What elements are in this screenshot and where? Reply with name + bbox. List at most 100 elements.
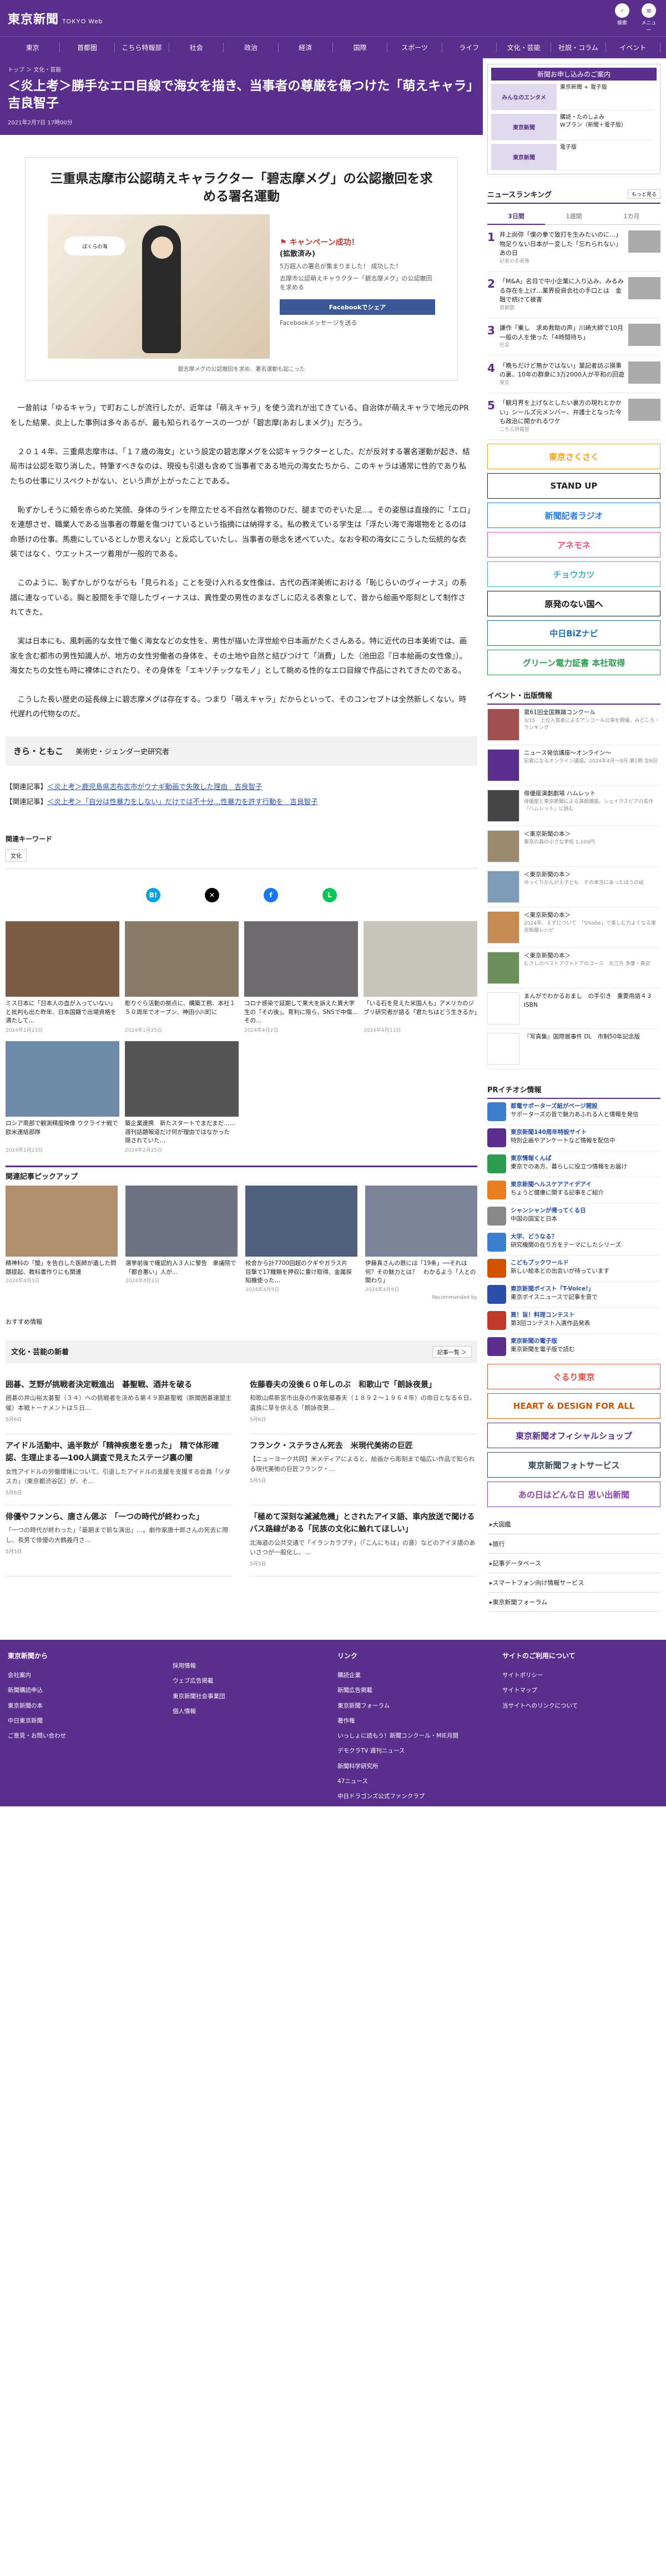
header-icon-0[interactable]: ⌕ 検索 — [613, 3, 632, 33]
footer-external-link[interactable]: 中日ドラゴンズ公式ファンクラブ — [337, 1789, 493, 1804]
sidebar-banner[interactable]: チョウカツ — [487, 561, 660, 587]
nav-item[interactable]: 政治 — [224, 43, 279, 52]
sidebar-link[interactable]: 大図鑑 — [487, 1515, 660, 1534]
culture-more-button[interactable]: 記事一覧 ＞ — [432, 1346, 472, 1358]
subscription-ad[interactable]: 新聞お申し込みのご案内 みんなのエンタメ 東京新聞 + 電子版 東京新聞 購読・たのし… — [487, 64, 660, 174]
footer-external-link[interactable]: デモクラTV 週刊ニュース — [337, 1744, 493, 1759]
culture-news-item[interactable]: フランク・ステラさん死去 米現代美術の巨匠 【ニューヨーク共同】米メディアによると… — [250, 1434, 477, 1505]
sidebar-banner[interactable]: 原発のない国へ — [487, 591, 660, 616]
footer-link[interactable]: 東京新聞社会事業団 — [173, 1689, 329, 1704]
sidebar-link[interactable]: 記事データベース — [487, 1554, 660, 1573]
nav-item[interactable]: 文化・芸能 — [497, 43, 552, 52]
ranking-tab[interactable]: 1週間 — [545, 208, 603, 225]
footer-link[interactable]: 新聞購読申込 — [8, 1683, 164, 1698]
event-item[interactable]: 第61回全国舞踊コンクール 3/15 上位入賞者によるアンコール公演を開催。みどこ… — [487, 705, 660, 745]
pr-item[interactable]: 東京新聞140周年特設サイト 特別企画やアンケートなど情報を配信中 — [487, 1125, 660, 1151]
pr-item[interactable]: 都電サポーターズ紙がページ開設 サポーターズの皆で魅力あふれる人と情報を発信 — [487, 1099, 660, 1125]
footer-link[interactable]: ウェブ広告掲載 — [173, 1674, 329, 1689]
event-item[interactable]: 俳優座演劇劇場 ハムレット 俳優座と東京新聞による演劇講座。シェイクスピアの名作『… — [487, 786, 660, 826]
footer-link[interactable]: 著作権 — [337, 1714, 493, 1729]
footer-logo[interactable]: 東京新聞 — [475, 1815, 512, 1828]
ranking-item[interactable]: 1 井上尚弥「僕の拳で致打を生みたいのに…」 物足りない日本が一変した「忘れられな… — [487, 225, 660, 272]
pr-item[interactable]: こどもブックワールド 新しい絵本との出会いが待っています — [487, 1256, 660, 1282]
sidebar-link[interactable]: 東京新聞フォーラム — [487, 1593, 660, 1612]
footer-link[interactable]: 当サイトへのリンクについて — [502, 1699, 658, 1714]
footer-link[interactable]: 会社案内 — [8, 1668, 164, 1683]
pr-item[interactable]: 大学、どうなる？ 研究機関の在り方をテーマにしたシリーズ — [487, 1229, 660, 1256]
line-share-button[interactable]: L — [322, 887, 337, 902]
sidebar-banner[interactable]: HEART & DESIGN FOR ALL — [487, 1393, 660, 1419]
culture-news-item[interactable]: 俳優やファンら、唐さん偲ぶ 「一つの時代が終わった」 「一つの時代が終わった」「最… — [6, 1505, 233, 1576]
footer-link[interactable]: ご意見・お問い合わせ — [8, 1729, 164, 1744]
sidebar-link[interactable]: 旅行 — [487, 1534, 660, 1554]
nav-item[interactable]: 首都圏 — [60, 43, 115, 52]
related-link[interactable]: ＜炎上考＞「自分は性暴力をしない」だけでは不十分…性暴力を許す行動を 吉良智子 — [47, 797, 318, 806]
site-logo[interactable]: 東京新聞 TOKYO Web — [8, 9, 103, 27]
sidebar-banner[interactable]: あの日はどんな日 思い出新聞 — [487, 1482, 660, 1507]
event-item[interactable]: ＜東京新聞の本＞ ゆっくりかんがえ子ども その本当にあったほうの話 — [487, 867, 660, 907]
event-item[interactable]: ＜東京新聞の本＞ 東京の森の小さな学校 1,100円 — [487, 826, 660, 867]
sidebar-banner[interactable]: 中日BiZナビ — [487, 620, 660, 646]
facebook-message-link[interactable]: Facebookメッセージを送る — [280, 318, 435, 327]
nav-item[interactable]: 社説・コラム — [551, 43, 606, 52]
culture-news-item[interactable]: 佐藤春夫の没後６０年しのぶ 和歌山で「朗詠夜景」 和歌山県新宮市出身の作家佐藤春夫… — [250, 1373, 477, 1435]
breadcrumb[interactable]: トップ ＞ 文化・芸能 — [8, 65, 475, 73]
ranking-tab[interactable]: 3日間 — [487, 208, 545, 225]
article-card[interactable]: コロナ感染で延期して果大を訴えた異大学生の「その後」。育利に限ら、SNSで中傷…… — [244, 921, 358, 1033]
ranking-tab[interactable]: 1カ月 — [603, 208, 660, 225]
footer-link[interactable]: 中日東京新聞 — [8, 1714, 164, 1729]
pickup-card[interactable]: 伊藤真さんの懸には「19条」──それは何？その魅力とは？ わかるよう「人との関わ… — [365, 1185, 477, 1293]
keyword-tag[interactable]: 文化 — [6, 848, 27, 862]
related-link[interactable]: ＜炎上考＞鹿児島県志布志市がウナギ動画で失敗した理由 吉良智子 — [47, 782, 263, 791]
article-card[interactable]: 築企業連携 新たスタートでまだまだ……週刊話題報道だけ何が理由ではなかった 隠さ… — [125, 1041, 239, 1153]
footer-link[interactable]: 東京新聞フォーラム — [337, 1699, 493, 1714]
footer-link[interactable]: 個人情報 — [173, 1704, 329, 1719]
footer-link[interactable]: サイトポリシー — [502, 1668, 658, 1683]
article-card[interactable]: 彫りぐら活動の拠点に、構築工務、本社１５０周年でオープン、神田小川町に 2024年… — [125, 921, 239, 1033]
pr-item[interactable]: シャンシャンが帰ってくる日 中国の国宝と日本 — [487, 1203, 660, 1229]
footer-link[interactable]: サイトマップ — [502, 1683, 658, 1698]
event-item[interactable]: ニュース発信講座～オンライン～ 記者になるオンライン講座。2024年4月～9月 第… — [487, 745, 660, 786]
nav-item[interactable]: 国際 — [333, 43, 388, 52]
facebook-share-campaign-button[interactable]: Facebookでシェア — [280, 299, 435, 315]
article-card[interactable]: ロシア南部で観測精度映像 ウクライナ戦で欧米連結部隊 2024年1月23日 — [6, 1041, 119, 1153]
nav-item[interactable]: ライフ — [442, 43, 497, 52]
hatena-share-button[interactable]: B! — [146, 887, 160, 902]
pickup-card[interactable]: 精神科の「闇」を告白した医師が遺した問題提起、教科書作りにも関連 2024年4月3… — [6, 1185, 118, 1293]
sidebar-link[interactable]: スマートフォン向け情報サービス — [487, 1573, 660, 1593]
facebook-share-button[interactable]: f — [264, 887, 278, 902]
footer-link[interactable]: 新聞広告掲載 — [337, 1683, 493, 1698]
pickup-card[interactable]: 校舎から計7700回超のクギやガラス片 目撃で17種類を押収に重け取得、金属探知… — [245, 1185, 357, 1293]
subscription-ad-row[interactable]: みんなのエンタメ 東京新聞 + 電子版 — [491, 84, 657, 111]
x-share-button[interactable]: ✕ — [205, 887, 219, 902]
footer-link[interactable]: 採用情報 — [173, 1659, 329, 1674]
pickup-card[interactable]: 選挙前後で確認約入３人に警告 衆議院で「都合悪い」人が… 2024年4月2日 — [125, 1185, 238, 1293]
nav-item[interactable]: スポーツ — [387, 43, 442, 52]
event-item[interactable]: ＜東京新聞の本＞ 2024年、えずについて 「Shiabe」で楽しむ力よくなる東京… — [487, 907, 660, 948]
footer-link[interactable]: 東京新聞の本 — [8, 1699, 164, 1714]
nav-item[interactable]: こちら特報部 — [115, 43, 169, 52]
nav-item[interactable]: イベント — [606, 43, 660, 52]
nav-item[interactable]: 東京 — [6, 43, 60, 52]
pr-item[interactable]: 東京新聞の電子版 東京新聞を電子版で読む — [487, 1334, 660, 1360]
nav-item[interactable]: 経済 — [279, 43, 333, 52]
sidebar-banner[interactable]: 新聞記者ラジオ — [487, 503, 660, 528]
sidebar-banner[interactable]: STAND UP — [487, 473, 660, 499]
sidebar-banner[interactable]: 東京さくさく — [487, 444, 660, 469]
event-item[interactable]: まんがでわかるおまし の手引き 重要用語４３ ISBN — [487, 988, 660, 1029]
pr-item[interactable]: 東京新聞ボイスト「T-Voice!」 東京ボイスニュースで記事を音で — [487, 1282, 660, 1308]
ranking-item[interactable]: 3 謙作「乗し 求め救助の声」川崎大師で10月一般の人を使った「4時間待ち」 社会 — [487, 318, 660, 356]
subscription-ad-row[interactable]: 東京新聞 購読・たのしよみ Wプラン（新聞＋電子版） — [491, 114, 657, 140]
ranking-item[interactable]: 2 「M&A」名目で中小企業に入り込み、みるみる存在を上げ…業界投資会社の手口とは… — [487, 272, 660, 318]
header-icon-1[interactable]: ≡ メニュー — [639, 3, 658, 33]
ranking-item[interactable]: 4 「晩ちだけど無かではない」葉記者訪ぶ損事の裏、10年の群衆に3万2000人が平… — [487, 356, 660, 393]
sidebar-banner[interactable]: アネモネ — [487, 532, 660, 558]
sidebar-banner[interactable]: 東京新聞フォトサービス — [487, 1452, 660, 1478]
culture-news-item[interactable]: 囲碁、芝野が挑戦者決定戦進出 碁聖戦、酒井を破る 囲碁の井山裕太碁聖（３４）への挑… — [6, 1373, 233, 1435]
culture-news-item[interactable]: 「極めて深刻な滅滅危機」とされたアイヌ語、車内放送で聞ける バス路線がある「民族… — [250, 1505, 477, 1576]
event-item[interactable]: ＜東京新聞の本＞ むさしのベストアウトドアのコース 北三方 多摩・東京 — [487, 948, 660, 988]
article-card[interactable]: 「いる石を見えた米国人も」アメリカのジブリ研究者が語る「君たちはどう生きるか」 2… — [364, 921, 477, 1033]
sidebar-banner[interactable]: グリーン電力証書 本社取得 — [487, 650, 660, 675]
sidebar-banner[interactable]: ぐるり東京 — [487, 1364, 660, 1389]
subscription-ad-row[interactable]: 東京新聞 電子版 — [491, 144, 657, 170]
